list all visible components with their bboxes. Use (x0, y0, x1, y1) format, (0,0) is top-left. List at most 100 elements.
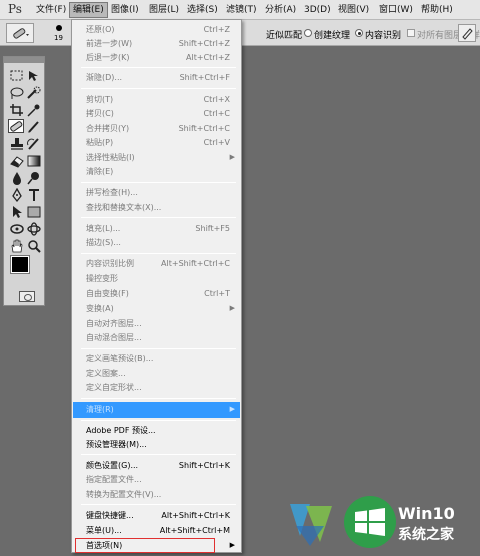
eraser-icon (10, 156, 24, 168)
rectangle-icon (27, 206, 41, 218)
menu-item-paste[interactable]: 粘贴(P) Ctrl+V (73, 135, 240, 150)
clone-stamp-tool[interactable] (9, 137, 25, 151)
foreground-color-swatch[interactable] (10, 255, 30, 274)
menu-separator (81, 348, 236, 349)
menu-item-free-transform[interactable]: 自由变换(F) Ctrl+T (73, 286, 240, 301)
pressure-toggle[interactable] (458, 24, 476, 42)
menu-image[interactable]: 图像(I) (111, 3, 139, 18)
zoom-icon (28, 240, 41, 253)
menu-edit[interactable]: 编辑(E) (69, 2, 108, 18)
watermark-brand: Win10 (398, 504, 455, 523)
menu-item-define-brush[interactable]: 定义画笔预设(B)... (73, 351, 240, 366)
menu-item-stroke[interactable]: 描边(S)... (73, 235, 240, 250)
menu-separator (81, 398, 236, 399)
menu-item-keyboard-shortcuts[interactable]: 键盘快捷键... Alt+Shift+Ctrl+K (73, 508, 240, 523)
menu-item-step-backward[interactable]: 后退一步(K) Alt+Ctrl+Z (73, 50, 240, 65)
eyedropper-tool[interactable] (26, 103, 42, 117)
menu-window[interactable]: 窗口(W) (379, 3, 413, 18)
spot-healing-brush-icon (13, 28, 29, 39)
crop-tool[interactable] (9, 103, 25, 117)
menu-item-color-settings[interactable]: 颜色设置(G)... Shift+Ctrl+K (73, 458, 240, 473)
toolbox-grip[interactable] (4, 57, 44, 63)
menu-item-content-aware-scale[interactable]: 内容识别比例 Alt+Shift+Ctrl+C (73, 256, 240, 271)
type-tool[interactable] (26, 188, 42, 202)
menu-3d[interactable]: 3D(D) (304, 3, 331, 18)
type-icon (29, 189, 39, 201)
menu-item-find-replace[interactable]: 查找和替换文本(X)... (73, 200, 240, 215)
rectangle-tool[interactable] (26, 205, 42, 219)
menu-item-puppet-warp[interactable]: 操控变形 (73, 271, 240, 286)
menu-separator (81, 420, 236, 421)
menu-separator (81, 67, 236, 68)
menu-help[interactable]: 帮助(H) (421, 3, 453, 18)
path-selection-tool[interactable] (9, 205, 25, 219)
menu-item-paste-special[interactable]: 选择性粘贴(I) ▶ (73, 150, 240, 165)
dodge-icon (27, 172, 39, 185)
toolbox (3, 56, 45, 306)
crop-icon (10, 104, 23, 116)
menu-item-purge[interactable]: 清理(R) ▶ (73, 402, 240, 418)
content-aware-label[interactable]: 内容识别 (365, 28, 401, 41)
gradient-icon (27, 155, 41, 167)
menu-item-copy-merged[interactable]: 合并拷贝(Y) Shift+Ctrl+C (73, 121, 240, 136)
gradient-tool[interactable] (26, 154, 42, 168)
menu-item-copy[interactable]: 拷贝(C) Ctrl+C (73, 106, 240, 121)
sample-all-layers-checkbox[interactable] (407, 29, 415, 37)
lasso-tool[interactable] (9, 86, 25, 100)
menu-separator (81, 504, 236, 505)
menu-item-fill[interactable]: 填充(L)... Shift+F5 (73, 221, 240, 236)
menu-item-spell-check[interactable]: 拼写检查(H)... (73, 185, 240, 200)
menu-item-transform[interactable]: 变换(A) ▶ (73, 301, 240, 316)
menu-separator (81, 454, 236, 455)
menu-select[interactable]: 选择(S) (187, 3, 218, 18)
move-tool[interactable] (26, 69, 42, 83)
menu-bar: Ps 文件(F) 编辑(E) 图像(I) 图层(L) 选择(S) 滤镜(T) 分… (0, 0, 480, 20)
quick-selection-tool[interactable] (26, 86, 42, 100)
menu-filter[interactable]: 滤镜(T) (226, 3, 257, 18)
menu-item-undo[interactable]: 还原(O) Ctrl+Z (73, 22, 240, 37)
content-aware-radio[interactable] (355, 29, 363, 37)
menu-item-assign-profile[interactable]: 指定配置文件... (73, 472, 240, 487)
pen-pressure-icon (462, 28, 473, 40)
quick-mask-button[interactable] (19, 291, 35, 302)
dodge-tool[interactable] (26, 171, 42, 185)
menu-item-fade[interactable]: 渐隐(D)... Shift+Ctrl+F (73, 70, 240, 85)
history-brush-tool[interactable] (26, 137, 42, 151)
menu-item-step-forward[interactable]: 前进一步(W) Shift+Ctrl+Z (73, 36, 240, 51)
blur-tool[interactable] (9, 171, 25, 185)
menu-file[interactable]: 文件(F) (36, 3, 66, 18)
menu-layer[interactable]: 图层(L) (149, 3, 179, 18)
zoom-tool[interactable] (26, 239, 42, 253)
eraser-tool[interactable] (9, 154, 25, 168)
menu-item-define-pattern[interactable]: 定义图案... (73, 366, 240, 381)
menu-analysis[interactable]: 分析(A) (265, 3, 296, 18)
preferences-highlight-box (75, 538, 215, 553)
menu-item-adobe-pdf-presets[interactable]: Adobe PDF 预设... (73, 423, 240, 438)
create-texture-radio[interactable] (304, 29, 312, 37)
create-texture-label[interactable]: 创建纹理 (314, 28, 350, 41)
menu-item-clear[interactable]: 清除(E) (73, 164, 240, 179)
marquee-tool[interactable] (9, 69, 25, 83)
tool-preset-picker[interactable] (6, 23, 34, 43)
menu-item-auto-blend-layers[interactable]: 自动混合图层... (73, 330, 240, 345)
pen-tool[interactable] (9, 188, 25, 202)
menu-item-auto-align-layers[interactable]: 自动对齐图层... (73, 316, 240, 331)
menu-view[interactable]: 视图(V) (338, 3, 369, 18)
stamp-icon (11, 138, 23, 150)
quick-selection-icon (27, 86, 41, 99)
proximity-match-label[interactable]: 近似匹配 (266, 28, 302, 41)
spot-healing-brush-tool[interactable] (8, 119, 24, 133)
brush-size-picker[interactable]: 19 (50, 23, 72, 43)
watermark-ribbon-icon (290, 504, 332, 546)
menu-item-convert-profile[interactable]: 转换为配置文件(V)... (73, 487, 240, 502)
3d-rotate-tool[interactable] (9, 222, 25, 236)
menu-item-define-custom-shape[interactable]: 定义自定形状... (73, 380, 240, 395)
hand-tool[interactable] (9, 239, 25, 253)
3d-orbit-tool[interactable] (26, 222, 42, 236)
brush-icon (28, 121, 39, 133)
history-brush-icon (27, 138, 39, 150)
menu-item-preset-manager[interactable]: 预设管理器(M)... (73, 437, 240, 452)
menu-item-menus[interactable]: 菜单(U)... Alt+Shift+Ctrl+M (73, 523, 240, 538)
brush-tool[interactable] (26, 120, 42, 134)
menu-item-cut[interactable]: 剪切(T) Ctrl+X (73, 92, 240, 107)
